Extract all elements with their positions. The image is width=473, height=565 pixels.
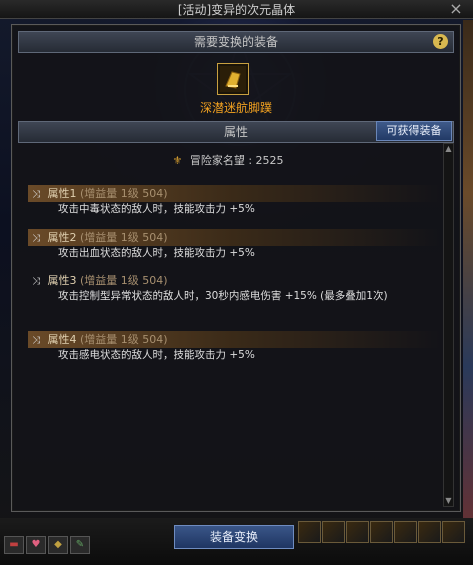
property-description: 攻击出血状态的敌人时，技能攻击力 +5% xyxy=(58,247,255,259)
equipment-slot[interactable] xyxy=(217,63,249,95)
equipment-name: 深潜迷航脚蹼 xyxy=(199,101,272,115)
property-header: ⤨ 属性3 (增益量 1级 504) xyxy=(28,272,440,289)
equipment-exchange-button[interactable]: 装备变换 xyxy=(174,525,294,549)
equipment-icon xyxy=(220,66,246,92)
property-title: 属性3 xyxy=(47,274,77,287)
attributes-title: 属性 xyxy=(223,125,248,139)
close-icon[interactable]: × xyxy=(447,0,465,18)
property-item: ⤨ 属性3 (增益量 1级 504) 攻击控制型异常状态的敌人时，30秒内感电伤… xyxy=(28,272,440,304)
property-title: 属性1 xyxy=(47,187,77,200)
shuffle-icon: ⤨ xyxy=(32,189,40,200)
property-description: 攻击感电状态的敌人时，技能攻击力 +5% xyxy=(58,349,255,361)
scroll-down-icon[interactable]: ▼ xyxy=(444,496,453,506)
property-level: (增益量 1级 504) xyxy=(80,231,168,244)
quick-slot-icon[interactable]: ◆ xyxy=(48,536,68,554)
scene-edge xyxy=(463,20,473,540)
shuffle-icon: ⤨ xyxy=(32,335,40,346)
heart-icon[interactable]: ♥ xyxy=(26,536,46,554)
quick-slot-icon[interactable]: ✎ xyxy=(70,536,90,554)
skill-slot[interactable] xyxy=(394,521,417,543)
skill-bar xyxy=(298,521,466,543)
skill-slot[interactable] xyxy=(442,521,465,543)
property-level: (增益量 1级 504) xyxy=(80,274,168,287)
fame-icon: ⚜ xyxy=(172,154,183,167)
property-description: 攻击中毒状态的敌人时，技能攻击力 +5% xyxy=(58,203,255,215)
shuffle-icon: ⤨ xyxy=(32,276,40,287)
scroll-up-icon[interactable]: ▲ xyxy=(444,144,453,154)
fame-row: ⚜ 冒险家名望 : 2525 xyxy=(18,152,438,168)
property-description: 攻击控制型异常状态的敌人时，30秒内感电伤害 +15% (最多叠加1次) xyxy=(58,290,388,302)
property-item: ⤨ 属性1 (增益量 1级 504) 攻击中毒状态的敌人时，技能攻击力 +5% xyxy=(28,185,440,217)
skill-slot[interactable] xyxy=(298,521,321,543)
property-level: (增益量 1级 504) xyxy=(80,187,168,200)
quick-icon-bar: ▬ ♥ ◆ ✎ xyxy=(4,532,92,554)
skill-slot[interactable] xyxy=(346,521,369,543)
fame-label: 冒险家名望 : 2525 xyxy=(189,154,284,167)
required-equipment-header: 需要变换的装备 ? xyxy=(18,31,454,53)
help-icon[interactable]: ? xyxy=(433,34,448,49)
property-header: ⤨ 属性2 (增益量 1级 504) xyxy=(28,229,440,246)
shuffle-icon: ⤨ xyxy=(32,233,40,244)
scrollbar[interactable]: ▲ ▼ xyxy=(443,143,454,507)
property-title: 属性4 xyxy=(47,333,77,346)
obtainable-equipment-button[interactable]: 可获得装备 xyxy=(376,121,452,141)
exchange-window: 需要变换的装备 ? 深潜迷航脚蹼 属性 可获得装备 ⚜ 冒险家名望 : 2525… xyxy=(11,24,461,512)
title-bar: [活动]变异的次元晶体 × xyxy=(0,0,473,19)
window-title: [活动]变异的次元晶体 xyxy=(177,3,296,17)
required-equipment-title: 需要变换的装备 xyxy=(193,35,278,49)
property-header: ⤨ 属性1 (增益量 1级 504) xyxy=(28,185,440,202)
property-item: ⤨ 属性4 (增益量 1级 504) 攻击感电状态的敌人时，技能攻击力 +5% xyxy=(28,331,440,363)
property-header: ⤨ 属性4 (增益量 1级 504) xyxy=(28,331,440,348)
property-item: ⤨ 属性2 (增益量 1级 504) 攻击出血状态的敌人时，技能攻击力 +5% xyxy=(28,229,440,261)
skill-slot[interactable] xyxy=(370,521,393,543)
quick-slot-icon[interactable]: ▬ xyxy=(4,536,24,554)
skill-slot[interactable] xyxy=(322,521,345,543)
attributes-content: ⚜ 冒险家名望 : 2525 ⤨ 属性1 (增益量 1级 504) 攻击中毒状态… xyxy=(18,143,440,507)
property-title: 属性2 xyxy=(47,231,77,244)
skill-slot[interactable] xyxy=(418,521,441,543)
property-level: (增益量 1级 504) xyxy=(80,333,168,346)
